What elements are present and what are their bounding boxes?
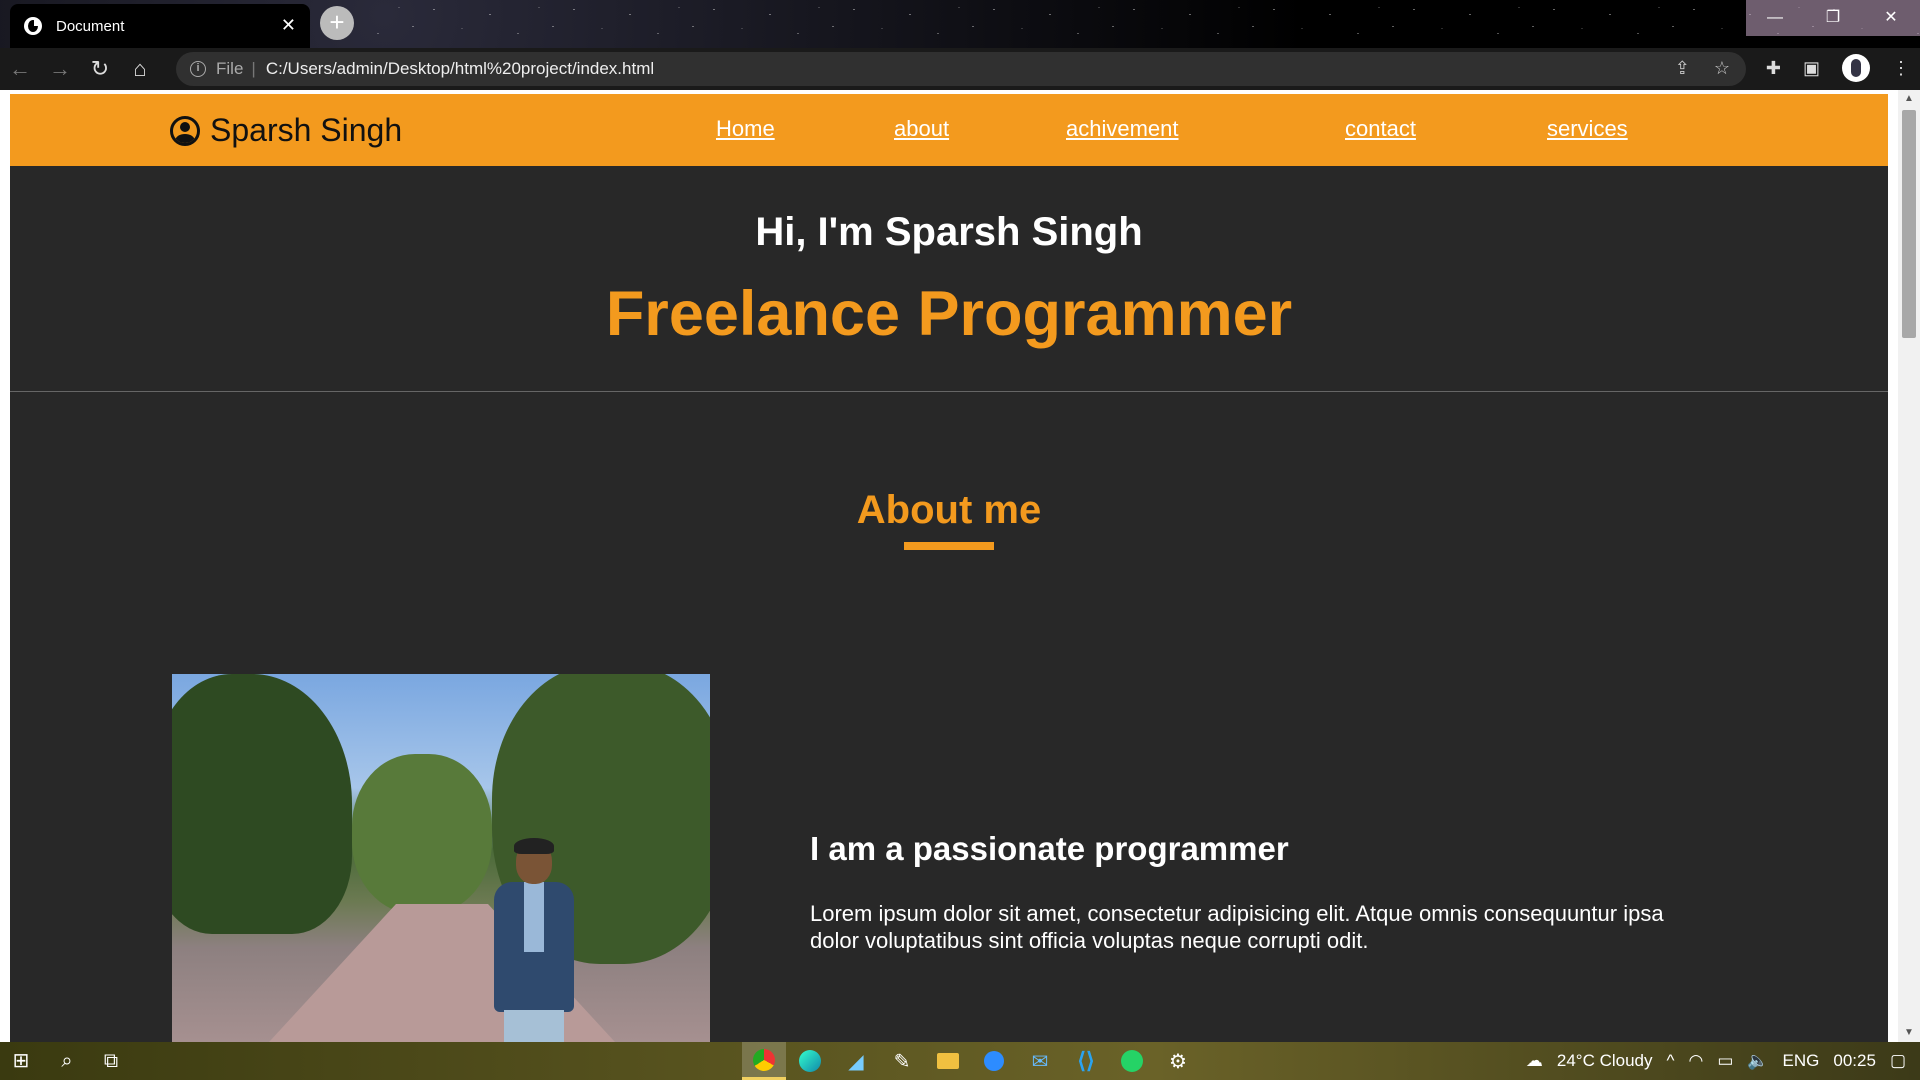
app-icon: ◢: [848, 1050, 864, 1073]
taskbar-app[interactable]: ◢: [834, 1042, 878, 1080]
address-bar[interactable]: i File | C:/Users/admin/Desktop/html%20p…: [176, 52, 1746, 86]
language-indicator[interactable]: ENG: [1783, 1051, 1820, 1071]
taskbar-whatsapp[interactable]: [1110, 1042, 1154, 1080]
feather-icon: ✎: [893, 1050, 911, 1073]
battery-icon[interactable]: ▭: [1717, 1051, 1733, 1071]
forward-icon[interactable]: →: [40, 51, 80, 87]
task-view-icon[interactable]: ⧉: [98, 1048, 124, 1074]
user-circle-icon: [170, 115, 200, 146]
system-tray: ☁ 24°C Cloudy ^ ◠ ▭ 🔈 ENG 00:25 ▢: [1526, 1042, 1920, 1080]
browser-title-bar: Document ✕ + — ❐ ✕: [0, 0, 1920, 48]
page-viewport: Sparsh Singh Home about achivement conta…: [0, 90, 1920, 1042]
info-icon[interactable]: i: [190, 61, 206, 77]
whatsapp-icon: [1121, 1050, 1143, 1072]
globe-icon: [24, 17, 42, 35]
nav-link-achivement[interactable]: achivement: [1066, 116, 1179, 142]
brand-name: Sparsh Singh: [210, 112, 403, 148]
extensions-icon[interactable]: ✚: [1766, 58, 1781, 79]
about-text: Lorem ipsum dolor sit amet, consectetur …: [810, 901, 1664, 953]
toolbar-right: ✚ ▣ ⋮: [1766, 54, 1910, 82]
gear-icon: ⚙: [1169, 1050, 1187, 1073]
taskbar-vscode[interactable]: ⟨⟩: [1064, 1042, 1108, 1080]
nav-link-contact[interactable]: contact: [1345, 116, 1416, 142]
zoom-icon: [984, 1051, 1004, 1071]
page-scrollbar[interactable]: ▲ ▼: [1898, 90, 1920, 1042]
chevron-up-icon[interactable]: ^: [1666, 1051, 1674, 1071]
side-panel-icon[interactable]: ▣: [1803, 58, 1820, 79]
wifi-icon[interactable]: ◠: [1688, 1051, 1703, 1071]
vscode-icon: ⟨⟩: [1077, 1048, 1095, 1073]
photo-person-hair: [514, 838, 554, 854]
cloud-icon[interactable]: ☁: [1526, 1051, 1543, 1071]
profile-photo: [172, 674, 710, 1042]
search-icon[interactable]: ⌕: [54, 1048, 80, 1074]
site-brand[interactable]: Sparsh Singh: [170, 112, 402, 149]
nav-link-home[interactable]: Home: [716, 116, 775, 142]
photo-tree: [352, 754, 492, 914]
share-icon[interactable]: ⇪: [1675, 58, 1690, 79]
photo-person: [484, 838, 584, 1042]
back-icon[interactable]: ←: [0, 51, 40, 87]
edge-icon: [799, 1050, 821, 1072]
photo-tree: [172, 674, 352, 934]
restore-button[interactable]: ❐: [1804, 0, 1862, 36]
about-title-underline: [904, 542, 994, 550]
tab-title: Document: [56, 17, 125, 35]
photo-person-shirt: [524, 882, 544, 952]
url-separator: |: [251, 59, 256, 78]
hero-greeting: Hi, I'm Sparsh Singh: [755, 210, 1143, 254]
url-scheme: File: [216, 59, 244, 78]
window-close-button[interactable]: ✕: [1862, 0, 1920, 36]
volume-icon[interactable]: 🔈: [1747, 1051, 1768, 1071]
mail-icon: ✉: [1031, 1050, 1049, 1073]
taskbar-chrome[interactable]: [742, 1042, 786, 1080]
taskbar-mail[interactable]: ✉: [1018, 1042, 1062, 1080]
chrome-icon: [753, 1048, 775, 1071]
taskbar-file-explorer[interactable]: [926, 1042, 970, 1080]
taskbar-edge[interactable]: [788, 1042, 832, 1080]
reload-icon[interactable]: ↻: [80, 51, 120, 87]
site-navbar: Sparsh Singh Home about achivement conta…: [10, 94, 1888, 166]
menu-kebab-icon[interactable]: ⋮: [1892, 58, 1910, 79]
address-bar-actions: ⇪ ☆: [1675, 58, 1730, 79]
hero-section: Hi, I'm Sparsh Singh Freelance Programme…: [10, 166, 1888, 392]
minimize-button[interactable]: —: [1746, 0, 1804, 36]
weather-text[interactable]: 24°C Cloudy: [1557, 1051, 1653, 1071]
windows-start-icon[interactable]: ⊞: [8, 1048, 34, 1074]
notifications-icon[interactable]: ▢: [1890, 1051, 1906, 1071]
folder-icon: [937, 1053, 959, 1069]
home-icon[interactable]: ⌂: [120, 51, 160, 87]
about-title: About me: [856, 488, 1042, 532]
window-controls: — ❐ ✕: [1746, 0, 1920, 36]
bookmark-star-icon[interactable]: ☆: [1714, 58, 1730, 79]
url-text[interactable]: C:/Users/admin/Desktop/html%20project/in…: [266, 59, 654, 79]
close-tab-icon[interactable]: ✕: [281, 15, 296, 36]
photo-person-legs: [504, 1010, 564, 1042]
nav-link-about[interactable]: about: [894, 116, 949, 142]
nav-link-services[interactable]: services: [1547, 116, 1628, 142]
clock-time[interactable]: 00:25: [1833, 1051, 1876, 1071]
profile-avatar[interactable]: [1842, 54, 1870, 82]
new-tab-button[interactable]: +: [320, 6, 354, 40]
taskbar-zoom[interactable]: [972, 1042, 1016, 1080]
about-heading: I am a passionate programmer: [810, 830, 1289, 867]
web-page: Sparsh Singh Home about achivement conta…: [10, 94, 1888, 1042]
scroll-down-icon[interactable]: ▼: [1898, 1024, 1920, 1042]
scrollbar-thumb[interactable]: [1902, 110, 1916, 338]
browser-tab-active[interactable]: Document ✕: [10, 4, 310, 48]
taskbar-app[interactable]: ✎: [880, 1042, 924, 1080]
scroll-up-icon[interactable]: ▲: [1898, 90, 1920, 108]
taskbar-settings[interactable]: ⚙: [1156, 1042, 1200, 1080]
browser-toolbar: ← → ↻ ⌂ i File | C:/Users/admin/Desktop/…: [0, 48, 1920, 90]
hero-role: Freelance Programmer: [605, 279, 1293, 349]
